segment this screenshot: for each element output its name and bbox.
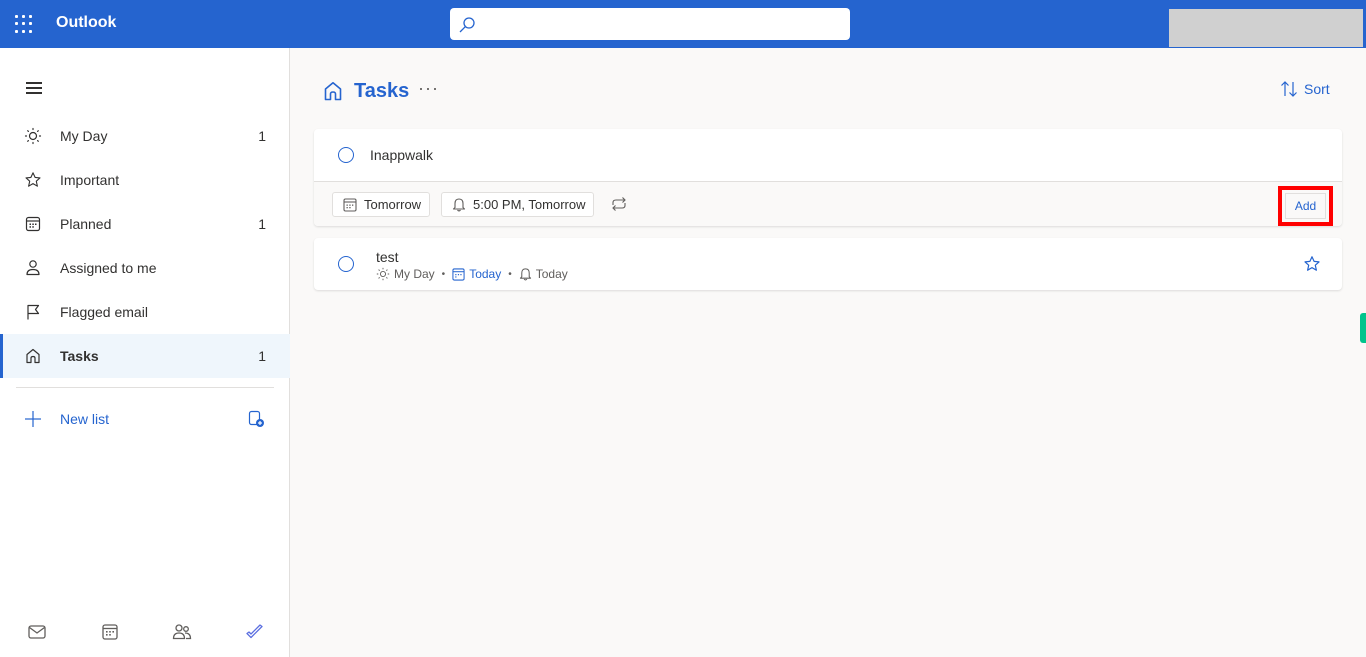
search-icon [459, 17, 475, 33]
star-icon [25, 172, 41, 187]
add-button-highlight: Add [1278, 186, 1333, 226]
account-area-redacted[interactable] [1169, 9, 1363, 47]
flag-icon [27, 304, 40, 320]
mail-icon[interactable] [26, 621, 48, 643]
due-date-label: Today [469, 267, 502, 281]
bell-icon [519, 268, 531, 281]
more-options-button[interactable]: ··· [418, 78, 439, 99]
due-date-label: Tomorrow [364, 197, 422, 212]
calendar-app-icon[interactable] [99, 621, 121, 643]
separator: • [441, 268, 446, 280]
sidebar-item-label: Assigned to me [60, 260, 157, 276]
sidebar-item-count: 1 [258, 216, 266, 232]
sort-icon [1281, 81, 1297, 97]
my-day-label: My Day [394, 267, 435, 281]
sort-button[interactable]: Sort [1280, 80, 1330, 98]
sidebar-item-label: Planned [60, 216, 112, 232]
task-metadata: My Day • Today • Today [376, 267, 568, 281]
sidebar-item-count: 1 [258, 128, 266, 144]
sidebar-item-label: Flagged email [60, 304, 148, 320]
calendar-icon [343, 197, 357, 212]
sidebar-item-tasks[interactable]: Tasks 1 [0, 334, 290, 378]
sidebar-item-important[interactable]: Important [0, 158, 290, 202]
sidebar-divider [16, 387, 274, 388]
reminder-chip[interactable]: 5:00 PM, Tomorrow [441, 192, 595, 217]
task-row[interactable]: test My Day • Today • Today [314, 238, 1342, 290]
add-task-toolbar: Tomorrow 5:00 PM, Tomorrow Add [314, 181, 1342, 226]
sidebar: My Day 1 Important Planned 1 Assigned to… [0, 48, 290, 657]
sun-icon [376, 267, 390, 281]
due-date-chip[interactable]: Tomorrow [332, 192, 431, 217]
complete-task-checkbox[interactable] [338, 256, 354, 272]
person-icon [26, 260, 40, 276]
home-icon [324, 82, 342, 101]
star-icon[interactable] [1303, 255, 1321, 273]
sidebar-item-label: My Day [60, 128, 108, 144]
todo-check-icon[interactable] [244, 621, 266, 643]
app-name[interactable]: Outlook [56, 14, 116, 32]
hamburger-menu-icon[interactable] [26, 82, 42, 94]
sidebar-item-count: 1 [258, 348, 266, 364]
sidebar-item-my-day[interactable]: My Day 1 [0, 114, 290, 158]
add-task-circle-icon [338, 147, 354, 163]
add-task-card: Tomorrow 5:00 PM, Tomorrow Add [314, 129, 1342, 226]
add-task-input[interactable] [370, 143, 1270, 167]
sidebar-item-flagged-email[interactable]: Flagged email [0, 290, 290, 334]
calendar-icon [25, 216, 41, 232]
search-box[interactable] [450, 8, 850, 40]
separator: • [508, 268, 512, 280]
page-title: Tasks [354, 80, 410, 102]
sidebar-item-planned[interactable]: Planned 1 [0, 202, 290, 246]
repeat-icon[interactable] [610, 196, 628, 212]
sidebar-item-label: Tasks [60, 348, 99, 364]
calendar-icon [452, 267, 465, 281]
add-task-button[interactable]: Add [1285, 193, 1326, 219]
search-input[interactable] [484, 8, 844, 40]
bell-icon [452, 198, 466, 212]
sidebar-item-label: Important [60, 172, 120, 188]
app-launcher-icon[interactable] [14, 14, 34, 34]
sun-icon [24, 127, 42, 145]
new-list-label: New list [60, 411, 110, 427]
reminder-label: 5:00 PM, Tomorrow [473, 197, 586, 212]
task-title: test [376, 249, 399, 265]
new-list-button[interactable]: New list [0, 397, 290, 441]
sort-label: Sort [1304, 81, 1330, 97]
reminder-label: Today [535, 267, 568, 281]
plus-icon [25, 411, 41, 427]
app-switcher [0, 617, 290, 647]
new-group-icon[interactable] [247, 410, 265, 428]
home-icon [26, 348, 40, 364]
side-pane-tab[interactable] [1360, 313, 1366, 343]
sidebar-item-assigned-to-me[interactable]: Assigned to me [0, 246, 290, 290]
people-icon[interactable] [171, 621, 193, 643]
top-bar: Outlook [0, 0, 1366, 48]
